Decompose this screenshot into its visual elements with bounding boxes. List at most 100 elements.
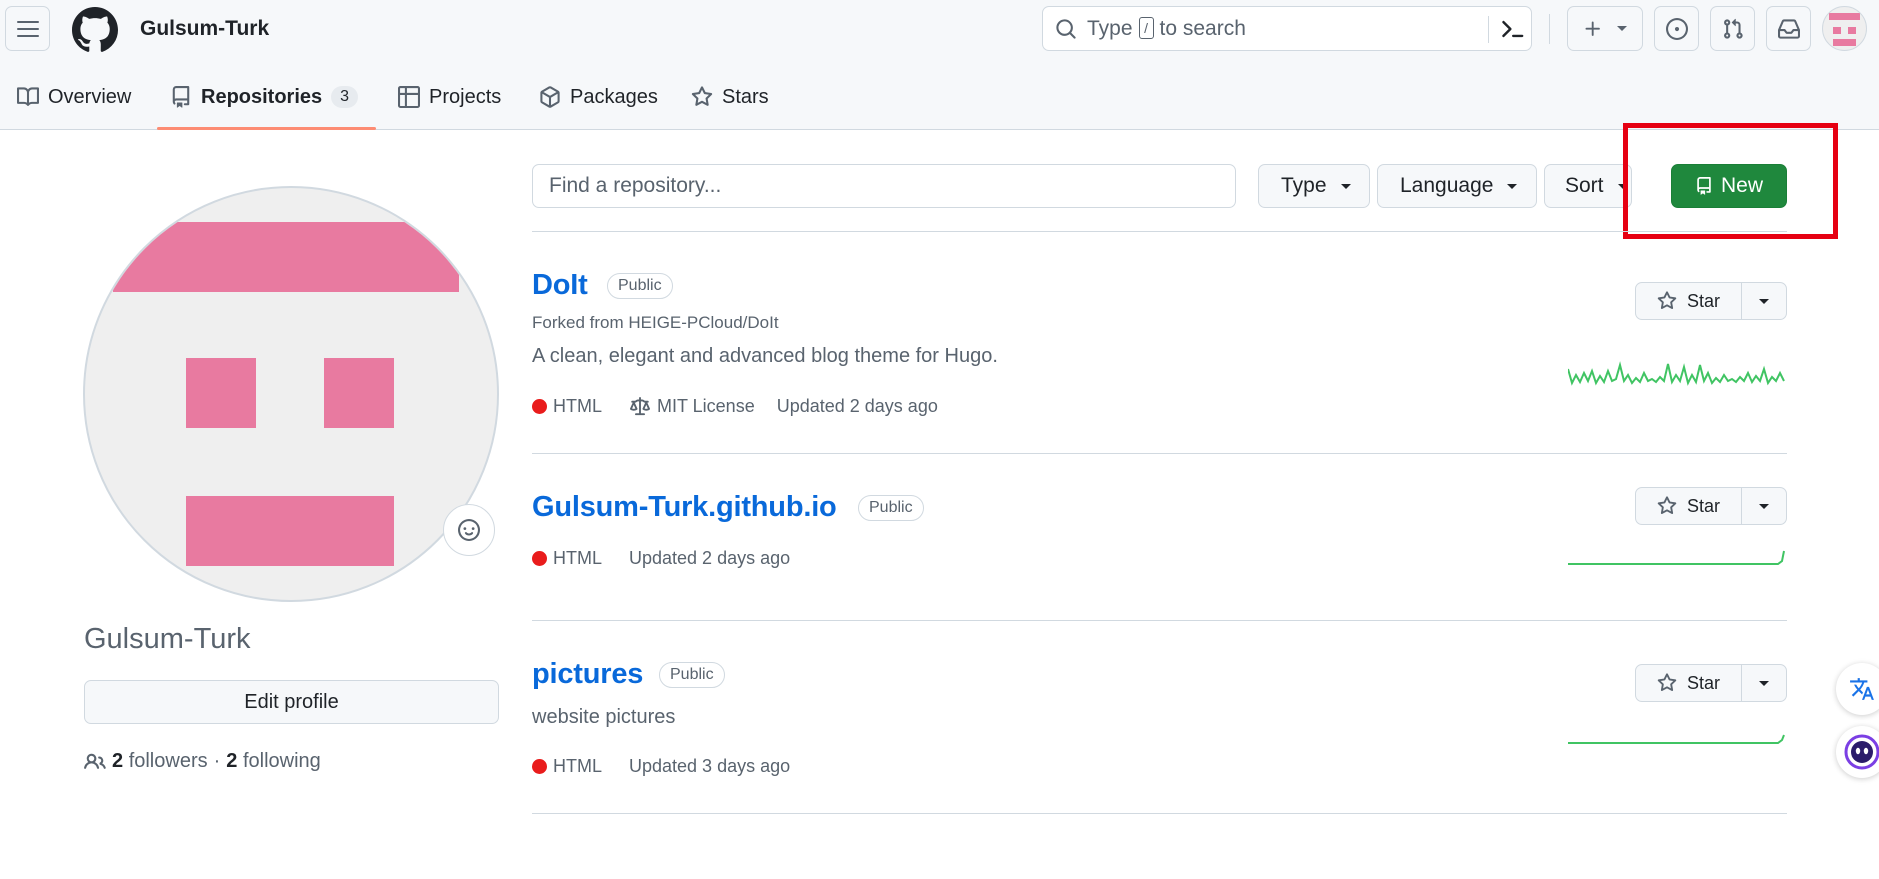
repo-description: A clean, elegant and advanced blog theme… — [532, 345, 998, 367]
set-status-button[interactable] — [443, 504, 495, 556]
star-list-dropdown[interactable] — [1742, 665, 1786, 701]
tab-label: Overview — [48, 86, 132, 108]
star-button-group: Star — [1635, 487, 1787, 525]
profile-avatar[interactable] — [83, 186, 499, 602]
sort-button[interactable]: Sort — [1544, 164, 1632, 208]
create-new-button[interactable] — [1567, 6, 1643, 51]
language-color-dot — [532, 759, 547, 774]
pull-requests-button[interactable] — [1710, 6, 1755, 51]
language-color-dot — [532, 399, 547, 414]
chevron-down-icon — [1507, 183, 1518, 189]
forked-from-text[interactable]: Forked from HEIGE-PCloud/DoIt — [532, 313, 779, 333]
star-label: Star — [1686, 290, 1720, 311]
type-filter-label: Type — [1281, 174, 1327, 197]
followers-link[interactable]: 2 followers — [112, 750, 208, 773]
divider — [532, 453, 1787, 454]
package-icon — [540, 86, 560, 108]
law-icon — [630, 396, 650, 415]
book-icon — [17, 87, 39, 106]
repo-language: HTML — [553, 548, 602, 568]
translate-icon — [1850, 678, 1874, 700]
header-username[interactable]: Gulsum-Turk — [140, 17, 269, 41]
language-filter-button[interactable]: Language — [1377, 164, 1537, 208]
chevron-down-icon — [1340, 183, 1351, 189]
star-button[interactable]: Star — [1636, 488, 1742, 524]
repo-name-link[interactable]: DoIt — [532, 269, 588, 302]
repo-updated: Updated 3 days ago — [629, 756, 791, 776]
assistant-extension-button[interactable] — [1836, 726, 1879, 778]
repo-updated: Updated 2 days ago — [776, 396, 938, 416]
star-icon — [1657, 496, 1677, 515]
star-label: Star — [1686, 495, 1720, 516]
inbox-button[interactable] — [1766, 6, 1811, 51]
tab-packages[interactable]: Packages — [539, 80, 658, 114]
language-filter-label: Language — [1400, 174, 1494, 197]
issue-icon — [1665, 17, 1688, 40]
search-shortcut-key: / — [1138, 16, 1154, 39]
star-list-dropdown[interactable] — [1742, 283, 1786, 319]
bot-face-icon — [1844, 734, 1879, 770]
tab-repositories[interactable]: Repositories 3 — [170, 80, 359, 114]
follow-stats: 2 followers · 2 following — [84, 750, 321, 773]
find-repository-input[interactable] — [532, 164, 1236, 208]
tab-projects[interactable]: Projects — [398, 80, 501, 114]
repo-count-badge: 3 — [331, 86, 359, 108]
search-icon — [1056, 18, 1076, 39]
activity-sparkline — [1568, 550, 1785, 565]
search-box[interactable]: Type / to search — [1042, 6, 1532, 51]
translate-extension-button[interactable] — [1836, 663, 1879, 715]
chevron-down-icon — [1617, 26, 1627, 31]
hamburger-menu-button[interactable] — [5, 6, 50, 51]
repo-language: HTML — [553, 756, 602, 776]
type-filter-button[interactable]: Type — [1258, 164, 1370, 208]
edit-profile-button[interactable]: Edit profile — [84, 680, 499, 724]
star-icon — [1657, 673, 1677, 692]
search-prefix: Type — [1087, 16, 1133, 40]
profile-username: Gulsum-Turk — [84, 623, 251, 655]
search-divider — [1488, 16, 1489, 43]
activity-sparkline — [1568, 361, 1785, 386]
repo-name-link[interactable]: pictures — [532, 658, 643, 691]
repo-meta: HTML MIT License Updated 2 days ago — [532, 396, 938, 417]
search-suffix: to search — [1159, 16, 1246, 40]
visibility-badge: Public — [607, 273, 673, 299]
repo-description: website pictures — [532, 706, 676, 728]
chevron-down-icon — [1759, 503, 1769, 509]
language-color-dot — [532, 551, 547, 566]
issues-button[interactable] — [1654, 6, 1699, 51]
tab-stars[interactable]: Stars — [691, 80, 769, 114]
smiley-icon — [458, 519, 480, 541]
command-palette-icon[interactable] — [1499, 16, 1525, 42]
people-icon — [84, 753, 106, 769]
repo-name-link[interactable]: Gulsum-Turk.github.io — [532, 491, 837, 524]
tab-overview[interactable]: Overview — [17, 80, 131, 114]
user-avatar-menu[interactable] — [1822, 6, 1867, 51]
divider — [532, 231, 1787, 232]
follow-separator: · — [213, 750, 221, 772]
hamburger-icon — [16, 20, 39, 37]
star-list-dropdown[interactable] — [1742, 488, 1786, 524]
following-link[interactable]: 2 following — [226, 750, 321, 773]
sort-label: Sort — [1565, 174, 1604, 197]
star-icon — [691, 86, 713, 106]
pull-request-icon — [1723, 18, 1743, 39]
header-divider — [1549, 14, 1550, 44]
star-button[interactable]: Star — [1636, 665, 1742, 701]
tab-label: Packages — [570, 86, 658, 108]
followers-count: 2 — [112, 750, 124, 772]
visibility-badge: Public — [858, 495, 924, 521]
followers-label: followers — [128, 750, 208, 772]
divider — [532, 620, 1787, 621]
repo-language: HTML — [553, 396, 602, 416]
top-header: Gulsum-Turk Type / to search Overview Re… — [0, 0, 1879, 130]
repo-meta: HTML Updated 3 days ago — [532, 756, 790, 777]
star-label: Star — [1686, 672, 1720, 693]
chevron-down-icon — [1759, 680, 1769, 686]
divider — [532, 813, 1787, 814]
visibility-badge: Public — [659, 662, 725, 688]
github-logo-icon[interactable] — [72, 7, 118, 53]
star-button-group: Star — [1635, 282, 1787, 320]
repo-license[interactable]: MIT License — [657, 396, 755, 417]
star-button[interactable]: Star — [1636, 283, 1742, 319]
repo-meta: HTML Updated 2 days ago — [532, 548, 790, 569]
